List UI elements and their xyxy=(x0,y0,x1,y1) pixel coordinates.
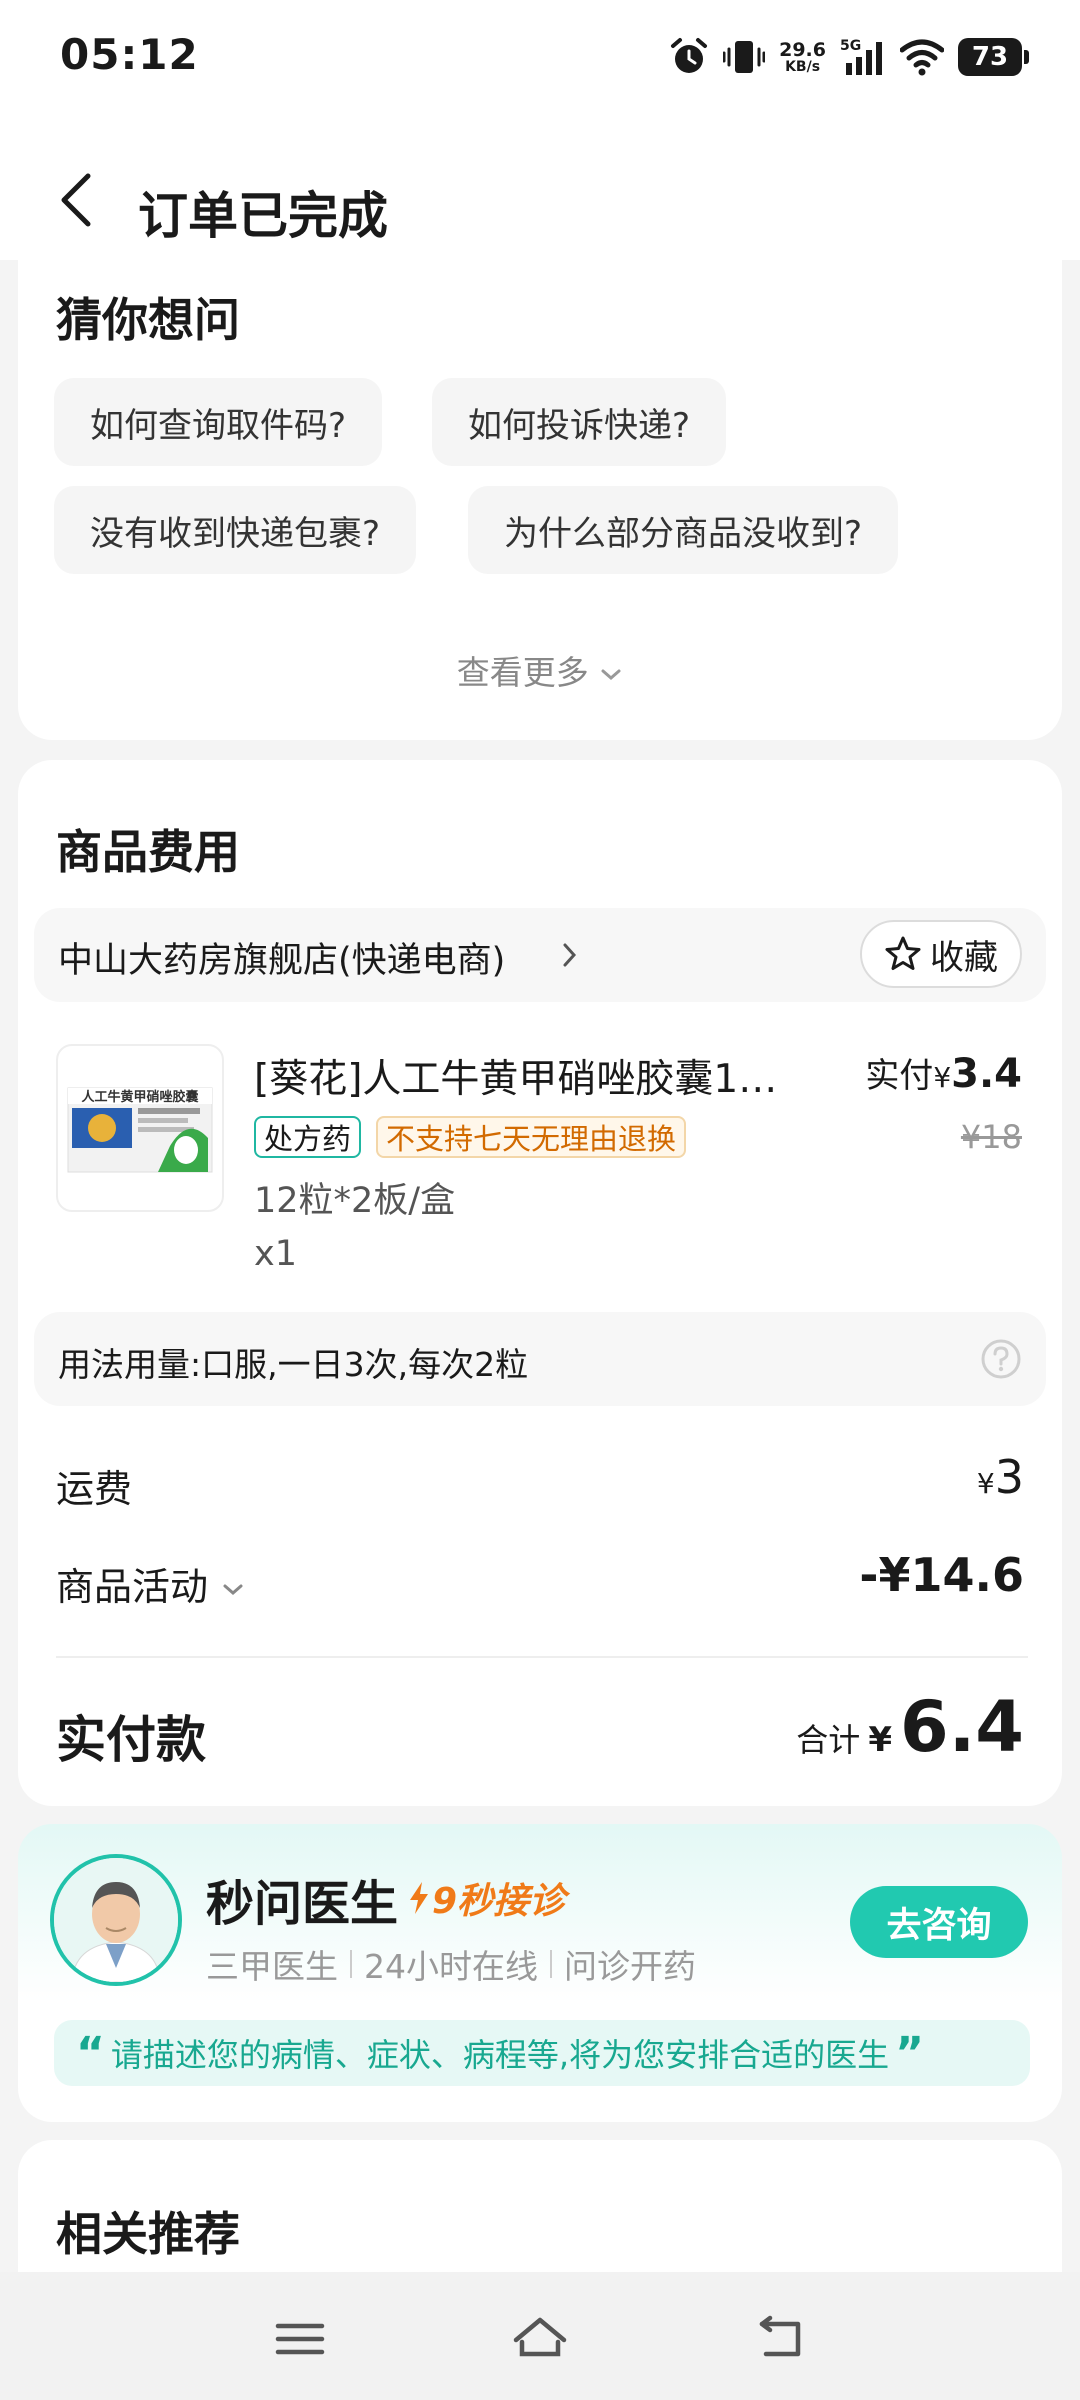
paid-label: 实付 xyxy=(865,1056,934,1096)
status-bar: 05:12 29.6 KB/s 5G 73 xyxy=(0,0,1080,120)
shipping-amount: 3 xyxy=(994,1450,1024,1504)
prescription-badge: 处方药 xyxy=(254,1116,362,1158)
doctor-service-name: 秒问医生 xyxy=(206,1876,399,1932)
lightning-icon xyxy=(410,1882,428,1914)
medicine-box-label: 人工牛黄甲硝唑胶囊 xyxy=(81,1089,199,1105)
store-row[interactable]: 中山大药房旗舰店(快递电商) 收藏 xyxy=(34,908,1046,1002)
feature-item: 三甲医生 xyxy=(206,1947,338,1986)
battery-level: 73 xyxy=(971,42,1009,72)
faq-chip-complain[interactable]: 如何投诉快递? xyxy=(432,378,727,466)
no-return-badge: 不支持七天无理由退换 xyxy=(376,1116,687,1158)
faq-chip-partial[interactable]: 为什么部分商品没收到? xyxy=(468,486,899,574)
doctor-portrait-image xyxy=(54,1858,178,1982)
medicine-box-image: 人工牛黄甲硝唑胶囊 xyxy=(67,1087,213,1173)
faq-chip-not-received[interactable]: 没有收到快递包裹? xyxy=(54,486,417,574)
chevron-down-icon xyxy=(223,1584,243,1595)
view-more-label: 查看更多 xyxy=(456,653,589,692)
divider xyxy=(56,1656,1028,1658)
faq-chip-pickup-code[interactable]: 如何查询取件码? xyxy=(54,378,383,466)
paid-currency: ¥ xyxy=(933,1061,952,1094)
product-image[interactable]: 人工牛黄甲硝唑胶囊 xyxy=(56,1044,224,1212)
cost-card: 商品费用 中山大药房旗舰店(快递电商) 收藏 人工牛黄甲硝唑胶囊 [葵花]人工牛… xyxy=(18,760,1062,1806)
open-quote-icon: “ xyxy=(76,2027,105,2079)
signal-icon: 5G xyxy=(840,38,882,75)
usage-text: 用法用量:口服,一日3次,每次2粒 xyxy=(58,1345,529,1384)
original-price: ¥18 xyxy=(960,1118,1022,1156)
store-name: 中山大药房旗舰店(快递电商) xyxy=(58,941,506,981)
favorite-button[interactable]: 收藏 xyxy=(860,920,1022,988)
svg-text:5G: 5G xyxy=(840,38,861,54)
net-speed: 29.6 KB/s xyxy=(779,38,826,75)
cost-title: 商品费用 xyxy=(56,825,240,879)
total-value: 合计 ¥ 6.4 xyxy=(796,1686,1024,1768)
close-quote-icon: ” xyxy=(895,2027,925,2079)
alarm-icon xyxy=(671,38,708,73)
consult-button[interactable]: 去咨询 xyxy=(850,1886,1028,1958)
shipping-label: 运费 xyxy=(56,1467,133,1511)
feature-item: 问诊开药 xyxy=(564,1947,696,1986)
doctor-prompt[interactable]: “ 请描述您的病情、症状、病程等,将为您安排合适的医生 ” xyxy=(54,2020,1030,2086)
doctor-avatar xyxy=(50,1854,182,1986)
recommend-title: 相关推荐 xyxy=(56,2207,240,2261)
status-icons: 29.6 KB/s 5G 73 xyxy=(669,34,1029,80)
back-nav-icon[interactable] xyxy=(750,2314,810,2364)
help-icon[interactable] xyxy=(980,1338,1022,1380)
vibrate-icon xyxy=(723,41,766,73)
wifi-icon xyxy=(900,39,944,76)
chevron-down-icon xyxy=(601,669,621,680)
navigation-bar xyxy=(0,2272,1080,2400)
battery-icon: 73 xyxy=(958,38,1029,76)
fast-response: 9秒接诊 xyxy=(408,1872,565,1924)
view-more-link[interactable]: 查看更多 xyxy=(18,646,1062,694)
promo-row[interactable]: 商品活动 xyxy=(56,1556,246,1611)
shipping-value: ¥3 xyxy=(977,1450,1024,1504)
separator xyxy=(550,1950,552,1978)
total-prefix: 合计 xyxy=(796,1721,861,1759)
faq-card: 猜你想问 如何查询取件码? 如何投诉快递? 没有收到快递包裹? 为什么部分商品没… xyxy=(18,240,1062,740)
paid-amount: 3.4 xyxy=(951,1051,1022,1097)
shipping-currency: ¥ xyxy=(976,1467,995,1500)
fast-response-label: 9秒接诊 xyxy=(432,1881,566,1922)
header: 订单已完成 xyxy=(0,120,1080,260)
page-title: 订单已完成 xyxy=(138,187,388,245)
faq-title: 猜你想问 xyxy=(56,293,240,347)
star-icon xyxy=(885,936,921,970)
chevron-right-icon xyxy=(563,943,577,967)
menu-icon[interactable] xyxy=(270,2314,330,2364)
promo-label: 商品活动 xyxy=(56,1565,209,1609)
product-quantity: x1 xyxy=(254,1234,297,1274)
usage-row: 用法用量:口服,一日3次,每次2粒 xyxy=(34,1312,1046,1406)
back-icon[interactable] xyxy=(52,170,102,230)
doctor-features: 三甲医生 24小时在线 问诊开药 xyxy=(206,1940,696,1988)
separator xyxy=(350,1950,352,1978)
doctor-card[interactable]: 秒问医生 9秒接诊 三甲医生 24小时在线 问诊开药 去咨询 “ 请描述您的病情… xyxy=(18,1824,1062,2122)
product-name[interactable]: [葵花]人工牛黄甲硝唑胶囊1… xyxy=(254,1048,814,1104)
status-time: 05:12 xyxy=(60,30,199,79)
feature-item: 24小时在线 xyxy=(364,1947,538,1986)
total-label: 实付款 xyxy=(56,1711,206,1769)
net-speed-unit: KB/s xyxy=(785,58,821,75)
home-icon[interactable] xyxy=(510,2314,570,2364)
total-amount: 6.4 xyxy=(899,1686,1024,1768)
promo-value: -¥14.6 xyxy=(859,1548,1024,1602)
doctor-prompt-text: 请描述您的病情、症状、病程等,将为您安排合适的医生 xyxy=(110,2036,890,2074)
product-spec: 12粒*2板/盒 xyxy=(254,1181,456,1221)
total-currency: ¥ xyxy=(868,1720,892,1760)
net-speed-value: 29.6 xyxy=(779,38,826,61)
favorite-label: 收藏 xyxy=(930,937,998,978)
paid-price: 实付¥3.4 xyxy=(865,1048,1022,1097)
